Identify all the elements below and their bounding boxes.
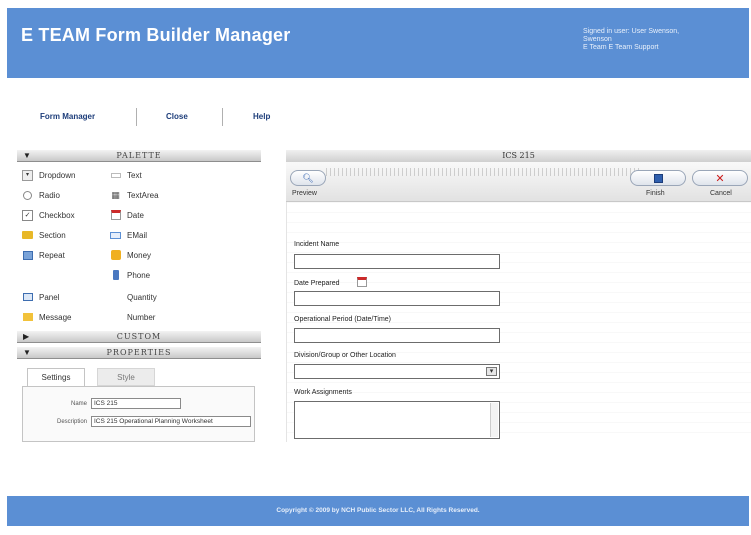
settings-panel: Name ICS 215 Description ICS 215 Operati… xyxy=(22,386,255,442)
palette-item-money[interactable]: Money xyxy=(110,248,151,262)
palette-item-quantity[interactable]: Quantity xyxy=(110,290,157,304)
palette-item-date[interactable]: Date xyxy=(110,208,144,222)
properties-header[interactable]: ▼ PROPERTIES xyxy=(17,347,261,359)
palette-item-dropdown[interactable]: ▾ Dropdown xyxy=(22,168,75,182)
date-prepared-field[interactable] xyxy=(294,291,500,306)
dropdown-icon: ▾ xyxy=(22,169,33,181)
repeat-icon xyxy=(22,250,33,261)
close-icon: ✕ xyxy=(715,172,725,185)
panel-icon xyxy=(22,292,33,303)
palette-item-label: Dropdown xyxy=(39,170,76,180)
form-toolbar: 🔍︎ Preview Finish ✕ Cancel xyxy=(286,162,751,202)
palette-item-label: EMail xyxy=(127,230,148,240)
form-title-bar: ICS 215 xyxy=(286,150,751,162)
properties-title: PROPERTIES xyxy=(106,348,172,357)
palette-item-number[interactable]: Number xyxy=(110,310,155,324)
palette-item-label: Number xyxy=(127,312,156,322)
palette-item-panel[interactable]: Panel xyxy=(22,290,59,304)
user-line-1: Signed in user: User Swenson, xyxy=(583,28,680,35)
cancel-label: Cancel xyxy=(710,190,732,197)
calendar-icon[interactable] xyxy=(357,277,367,287)
palette-item-label: TextArea xyxy=(127,190,159,200)
palette-item-message[interactable]: Message xyxy=(22,310,71,324)
textarea-scrollbar[interactable] xyxy=(490,403,498,437)
palette-item-phone[interactable]: Phone xyxy=(110,268,150,282)
palette-item-email[interactable]: EMail xyxy=(110,228,147,242)
toolbar-ruler xyxy=(326,168,641,176)
magnifier-icon: 🔍︎ xyxy=(302,172,314,183)
palette-item-label: Message xyxy=(39,312,72,322)
palette-item-label: Radio xyxy=(39,190,60,200)
top-nav: Form Manager Close Help xyxy=(0,108,300,128)
custom-title: CUSTOM xyxy=(116,332,162,341)
work-assignments-textarea[interactable] xyxy=(294,401,500,439)
name-field[interactable]: ICS 215 xyxy=(91,398,181,409)
money-icon xyxy=(110,250,121,261)
palette-item-label: Phone xyxy=(127,270,151,280)
description-field[interactable]: ICS 215 Operational Planning Worksheet xyxy=(91,416,251,427)
palette-item-label: Section xyxy=(39,230,66,240)
palette-item-label: Money xyxy=(127,250,152,260)
palette-title: PALETTE xyxy=(116,151,162,160)
palette-item-label: Repeat xyxy=(39,250,65,260)
app-title: E TEAM Form Builder Manager xyxy=(21,25,291,45)
palette-item-label: Date xyxy=(127,210,144,220)
palette-item-text[interactable]: Text xyxy=(110,168,142,182)
work-assignments-label: Work Assignments xyxy=(294,389,352,396)
name-label: Name xyxy=(70,401,87,407)
chevron-down-icon[interactable]: ▾ xyxy=(486,367,497,376)
user-line-2: Swenson xyxy=(583,36,612,43)
email-icon xyxy=(110,230,121,241)
signed-in-user-info: Signed in user: User Swenson, Swenson E … xyxy=(583,28,679,52)
finish-button[interactable] xyxy=(630,170,686,186)
palette-item-label: Text xyxy=(127,170,142,180)
phone-icon xyxy=(110,270,121,281)
nav-form-manager[interactable]: Form Manager xyxy=(40,112,95,121)
operational-period-field[interactable] xyxy=(294,328,500,343)
user-line-3: E Team E Team Support xyxy=(583,44,659,51)
checkbox-icon: ✓ xyxy=(22,209,33,221)
nav-separator xyxy=(222,108,223,126)
description-label: Description xyxy=(56,419,87,425)
palette-item-section[interactable]: Section xyxy=(22,228,66,242)
finish-label: Finish xyxy=(646,190,665,197)
app-header: E TEAM Form Builder Manager Signed in us… xyxy=(7,8,749,78)
palette-header[interactable]: ▼ PALETTE xyxy=(17,150,261,162)
preview-button[interactable]: 🔍︎ xyxy=(290,170,326,186)
operational-period-label: Operational Period (Date/Time) xyxy=(294,316,392,323)
palette-item-radio[interactable]: Radio xyxy=(22,188,60,202)
palette-item-label: Checkbox xyxy=(39,210,75,220)
folder-icon xyxy=(22,230,33,241)
custom-header[interactable]: ▶ CUSTOM xyxy=(17,331,261,343)
text-icon xyxy=(110,170,121,181)
nav-help[interactable]: Help xyxy=(253,112,270,121)
textarea-icon: ▦ xyxy=(111,189,120,200)
save-icon xyxy=(653,173,663,183)
palette-item-textarea[interactable]: ▦ TextArea xyxy=(110,188,159,202)
cancel-button[interactable]: ✕ xyxy=(692,170,748,186)
palette-item-label: Panel xyxy=(39,292,60,302)
nav-close[interactable]: Close xyxy=(166,112,188,121)
message-icon xyxy=(22,312,33,323)
calendar-icon xyxy=(110,210,121,221)
incident-name-label: Incident Name xyxy=(294,241,340,248)
radio-icon xyxy=(22,190,33,201)
division-group-label: Division/Group or Other Location xyxy=(294,352,396,359)
footer: Copyright © 2009 by NCH Public Sector LL… xyxy=(7,496,749,526)
properties-panel: Settings Style Name ICS 215 Description … xyxy=(17,360,261,444)
preview-label: Preview xyxy=(292,190,317,197)
nav-separator xyxy=(136,108,137,126)
palette-item-repeat[interactable]: Repeat xyxy=(22,248,65,262)
incident-name-field[interactable] xyxy=(294,254,500,269)
date-prepared-label: Date Prepared xyxy=(294,280,340,287)
tab-style[interactable]: Style xyxy=(97,368,155,386)
tab-settings[interactable]: Settings xyxy=(27,368,85,386)
palette-item-label: Quantity xyxy=(127,292,157,302)
palette-item-checkbox[interactable]: ✓ Checkbox xyxy=(22,208,75,222)
division-group-select[interactable]: ▾ xyxy=(294,364,500,379)
